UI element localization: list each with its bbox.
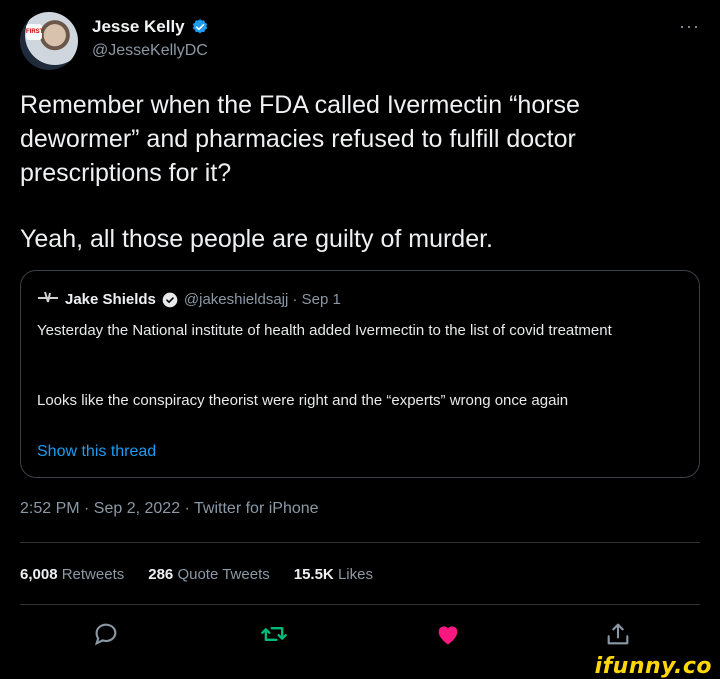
retweets-count: 6,008 [20,566,58,583]
quoted-text-1: Yesterday the National institute of heal… [37,322,612,339]
share-icon[interactable] [604,620,632,648]
retweets-label: Retweets [61,566,125,583]
retweet-icon[interactable] [260,620,288,648]
quoted-text-2: Looks like the conspiracy theorist were … [37,392,569,409]
author-avatar[interactable]: FIRST [20,12,78,70]
avatar-badge: FIRST [26,24,43,40]
retweets-stat[interactable]: 6,008 Retweets [20,566,124,583]
tweet-card: FIRST Jesse Kelly @JesseKellyDC ··· Reme… [0,0,720,662]
divider [20,542,700,543]
tweet-stats: 6,008 Retweets 286 Quote Tweets 15.5K Li… [20,566,373,583]
likes-stat[interactable]: 15.5K Likes [294,566,373,583]
more-icon[interactable]: ··· [679,16,700,37]
quoted-tweet-header: Jake Shields @jakeshieldsajj · Sep 1 [37,289,341,310]
like-icon[interactable] [434,620,462,648]
quote-tweets-count: 286 [148,566,174,583]
author-name-row: Jesse Kelly [92,17,209,37]
quoted-handle-date: @jakeshieldsajj · Sep 1 [183,291,341,308]
ifunny-watermark: ifunny.co [594,654,712,679]
tweet-text-paragraph-1: Remember when the FDA called Ivermectin … [20,91,580,187]
quote-tweets-stat[interactable]: 286 Quote Tweets [148,566,269,583]
verified-icon [162,292,178,307]
tweet-text-paragraph-2: Yeah, all those people are guilty of mur… [20,225,493,253]
quoted-avatar-icon [37,289,59,310]
tweet-timestamp[interactable]: 2:52 PM · Sep 2, 2022 · Twitter for iPho… [20,500,319,518]
quote-tweets-label: Quote Tweets [177,566,270,583]
divider [20,604,700,605]
quoted-tweet[interactable]: Jake Shields @jakeshieldsajj · Sep 1 Yes… [20,270,700,478]
likes-count: 15.5K [293,566,334,583]
tweet-header: FIRST Jesse Kelly @JesseKellyDC ··· [20,10,700,70]
author-handle[interactable]: @JesseKellyDC [92,42,208,60]
author-name[interactable]: Jesse Kelly [92,17,185,37]
show-thread-link[interactable]: Show this thread [37,443,156,461]
likes-label: Likes [337,566,373,583]
quoted-author-name: Jake Shields [65,291,156,308]
reply-icon[interactable] [92,620,120,648]
verified-icon [192,19,207,34]
action-bar [0,616,720,656]
